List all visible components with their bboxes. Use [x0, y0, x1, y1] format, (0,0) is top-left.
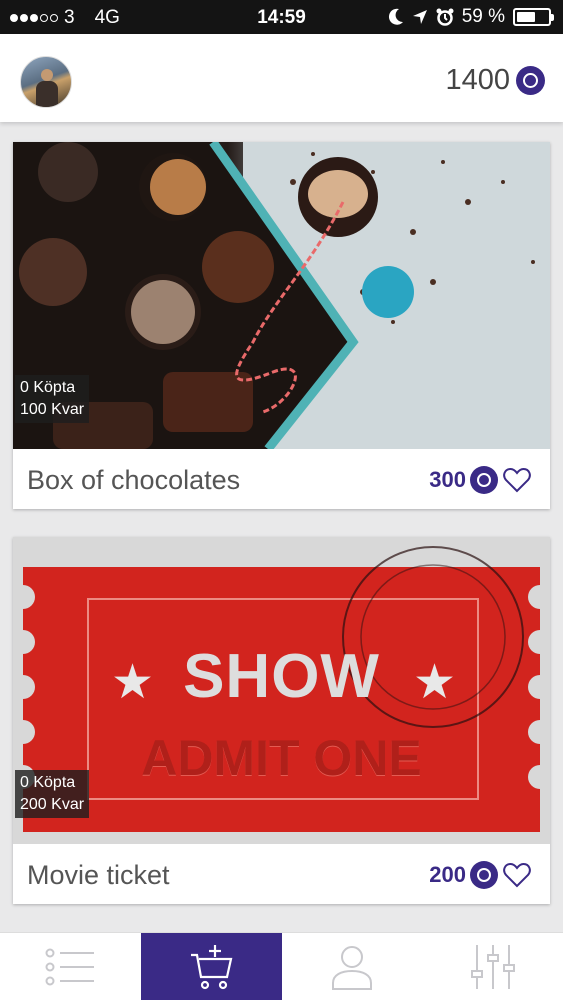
list-icon — [45, 948, 95, 986]
heart-icon[interactable] — [502, 465, 532, 495]
bought-count: 0 Köpta — [20, 379, 76, 396]
product-image-chocolates[interactable]: 0 Köpta 100 Kvar — [13, 142, 550, 449]
product-title: Box of chocolates — [27, 465, 241, 495]
heart-icon[interactable] — [502, 860, 532, 890]
battery-percent: 59 % — [461, 6, 505, 27]
product-title: Movie ticket — [27, 860, 170, 890]
cart-add-icon — [191, 945, 233, 990]
product-price: 300 — [429, 465, 532, 495]
user-icon — [331, 946, 372, 990]
price-value: 300 — [429, 467, 466, 492]
stock-badge: 0 Köpta 200 Kvar — [15, 770, 90, 818]
ticket-show-text: SHOW — [183, 642, 380, 711]
card-footer: Box of chocolates 300 — [13, 449, 550, 509]
ticket-admit-text: ADMIT ONE — [141, 730, 422, 786]
status-right: 59 % — [388, 6, 554, 28]
location-arrow-icon — [412, 10, 427, 24]
product-image-ticket[interactable]: ★ ★ SHOW ADMIT ONE 0 Köpta 200 Kvar — [13, 537, 550, 844]
nav-item-profile[interactable] — [282, 933, 423, 1000]
nav-item-settings[interactable] — [422, 933, 563, 1000]
points-balance: 1400 — [445, 64, 545, 97]
card-footer: Movie ticket 200 — [13, 844, 550, 904]
remaining-count: 100 Kvar — [20, 401, 85, 418]
points-value: 1400 — [445, 64, 510, 96]
coin-icon — [516, 66, 545, 95]
alarm-icon — [436, 8, 454, 26]
avatar[interactable] — [20, 56, 72, 108]
battery-icon — [513, 8, 554, 26]
chocolates-illustration — [13, 142, 550, 449]
nav-item-list[interactable] — [0, 933, 141, 1000]
sliders-icon — [470, 945, 515, 989]
coin-icon — [470, 861, 498, 889]
app-header: 1400 — [0, 34, 563, 122]
nav-item-shop[interactable] — [140, 933, 282, 1000]
remaining-count: 200 Kvar — [20, 796, 85, 813]
stock-badge: 0 Köpta 100 Kvar — [15, 375, 90, 423]
coin-icon — [470, 466, 498, 494]
moon-icon — [388, 8, 403, 25]
product-price: 200 — [429, 860, 532, 890]
product-card[interactable]: 0 Köpta 100 Kvar Box of chocolates 300 — [13, 142, 550, 509]
status-bar: 3 4G 14:59 59 % — [0, 0, 563, 34]
price-value: 200 — [429, 862, 466, 887]
bought-count: 0 Köpta — [20, 774, 76, 791]
bottom-nav — [0, 932, 563, 1000]
product-card[interactable]: ★ ★ SHOW ADMIT ONE 0 Köpta 200 Kvar Movi… — [13, 537, 550, 904]
